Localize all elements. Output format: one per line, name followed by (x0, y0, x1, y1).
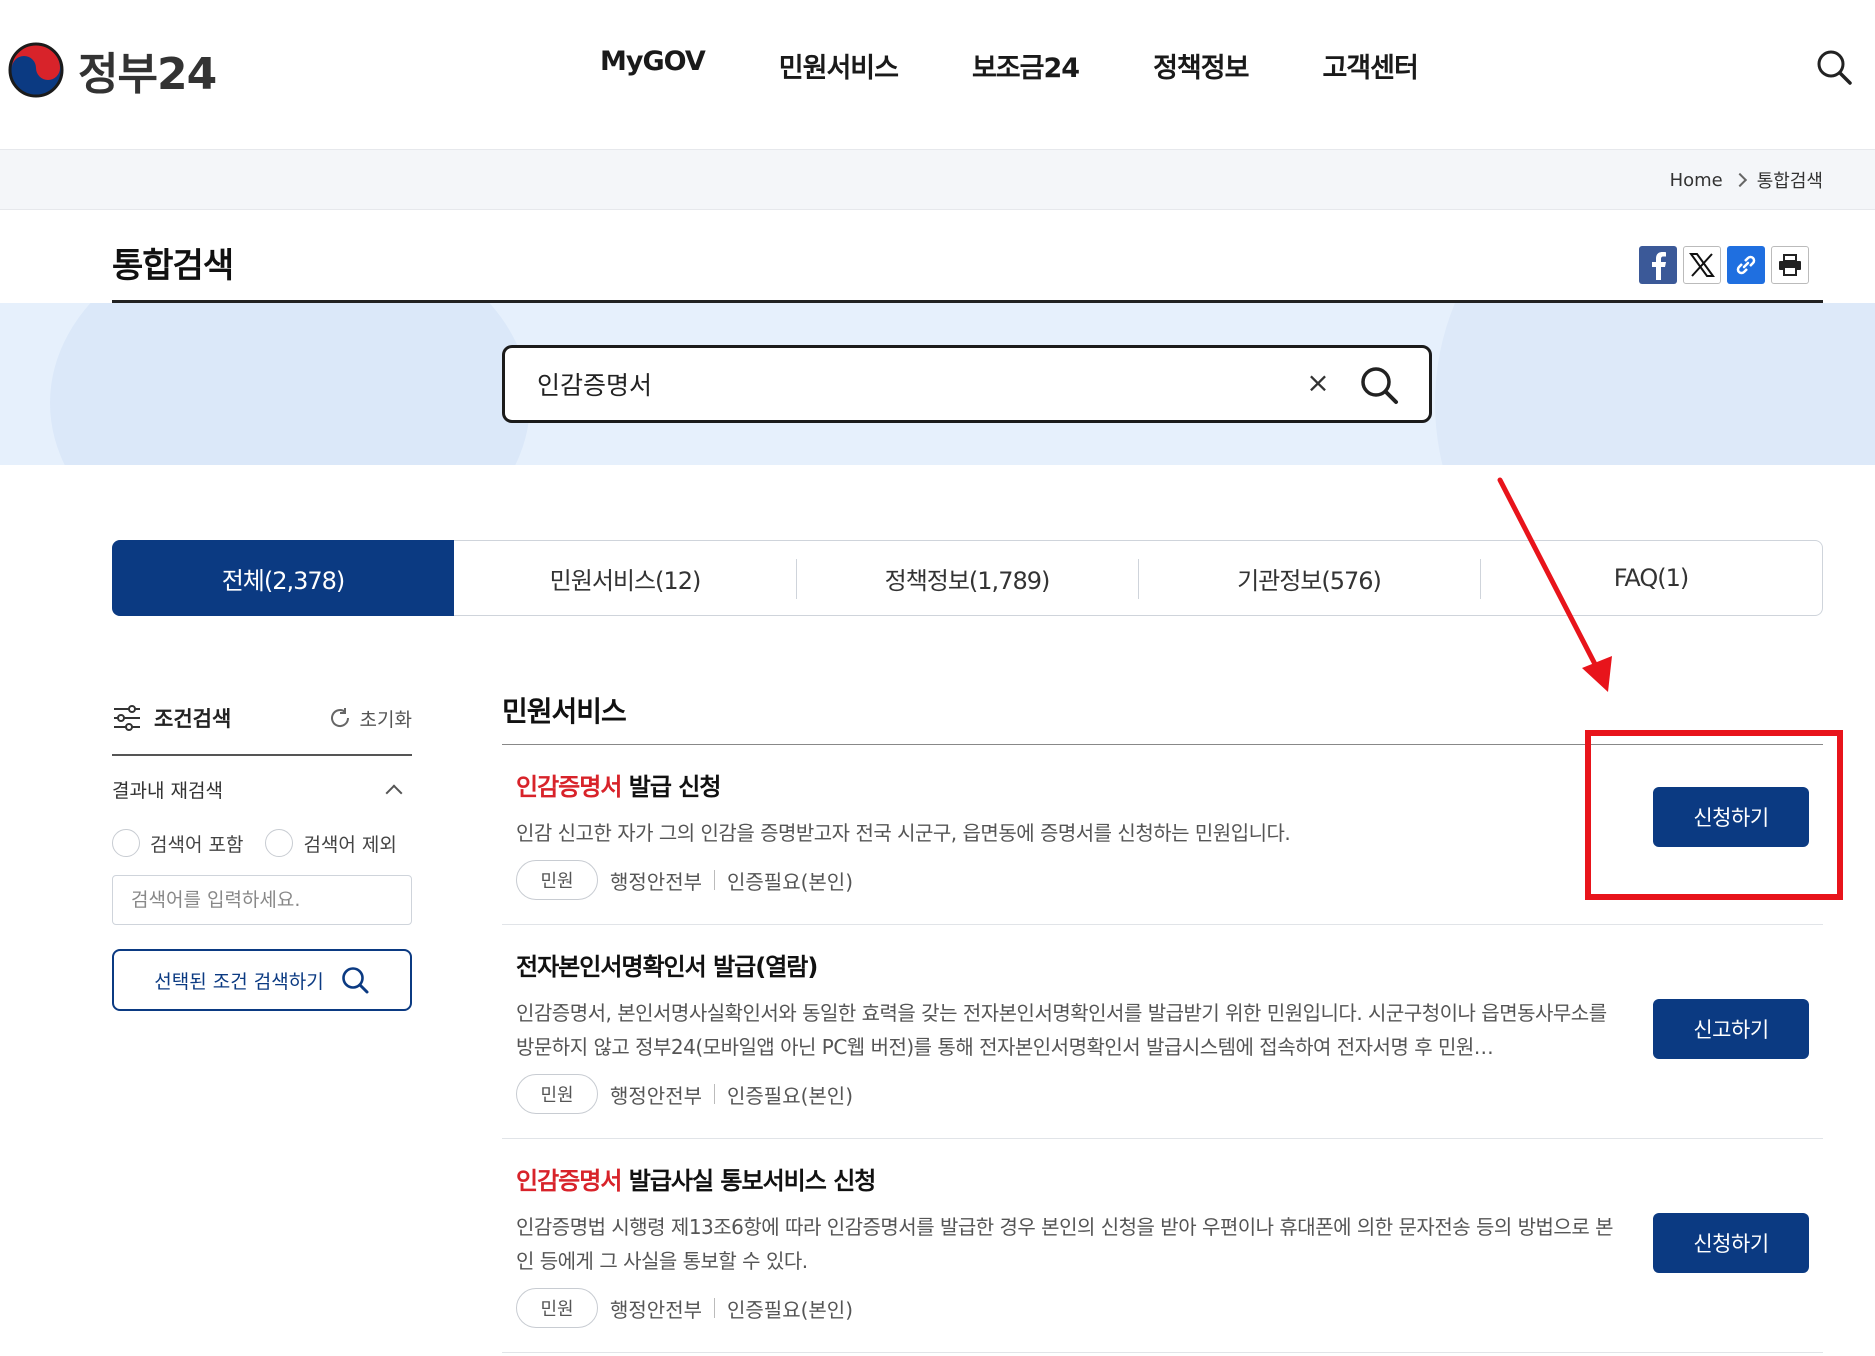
printer-icon (1779, 254, 1801, 276)
breadcrumb-home[interactable]: Home (1670, 170, 1723, 191)
nav-mygov[interactable]: MyGOV (600, 46, 706, 85)
filter-title-label: 조건검색 (154, 707, 232, 731)
result-title-highlight: 인감증명서 (516, 1167, 622, 1195)
filter-panel: 조건검색 초기화 결과내 재검색 검색어 포함 검색어 제외 선택된 조건 검색… (112, 700, 412, 1011)
copy-link-button[interactable] (1727, 246, 1765, 284)
x-share-button[interactable] (1683, 246, 1721, 284)
result-meta: 민원 행정안전부 인증필요(본인) (516, 860, 1623, 924)
result-meta: 민원 행정안전부 인증필요(본인) (516, 1074, 1623, 1138)
result-meta: 민원 행정안전부 인증필요(본인) (516, 1288, 1623, 1352)
result-title-text: 전자본인서명확인서 발급(열람) (516, 953, 818, 981)
result-title[interactable]: 전자본인서명확인서 발급(열람) (516, 947, 1623, 982)
site-header: 정부24 MyGOV 민원서비스 보조금24 정책정보 고객센터 (0, 0, 1875, 150)
report-button[interactable]: 신고하기 (1653, 999, 1809, 1059)
result-item: 인감증명서 발급사실 통보서비스 신청 인감증명법 시행령 제13조6항에 따라… (502, 1139, 1823, 1353)
chevron-up-icon[interactable] (385, 784, 403, 801)
result-description: 인감증명서, 본인서명사실확인서와 동일한 효력을 갖는 전자본인서명확인서를 … (516, 1001, 1607, 1059)
filter-divider (112, 754, 412, 756)
radio-include[interactable]: 검색어 포함 (112, 829, 243, 857)
refresh-icon (330, 708, 349, 727)
radio-include-label: 검색어 포함 (150, 833, 244, 856)
site-logo[interactable]: 정부24 (8, 38, 217, 102)
facebook-icon (1652, 252, 1666, 280)
search-input[interactable] (537, 364, 1277, 404)
apply-button[interactable]: 신청하기 (1653, 1213, 1809, 1273)
sliders-icon (114, 705, 140, 731)
result-auth: 인증필요(본인) (727, 869, 854, 894)
condition-search-label: 선택된 조건 검색하기 (154, 970, 324, 993)
search-icon (341, 967, 369, 994)
logo-text: 정부24 (78, 49, 217, 100)
meta-separator (714, 1084, 715, 1104)
breadcrumb-bar: Home 통합검색 (0, 150, 1875, 210)
condition-search-button[interactable]: 선택된 조건 검색하기 (112, 949, 412, 1011)
nav-customer-center[interactable]: 고객센터 (1322, 46, 1418, 85)
tab-civil-service[interactable]: 민원서비스(12) (454, 541, 796, 615)
tab-agency-info[interactable]: 기관정보(576) (1138, 541, 1480, 615)
result-description: 인감증명법 시행령 제13조6항에 따라 인감증명서를 발급한 경우 본인의 신… (516, 1215, 1614, 1273)
refine-title: 결과내 재검색 (112, 780, 223, 802)
filter-title: 조건검색 (112, 703, 231, 733)
result-description: 인감 신고한 자가 그의 인감을 증명받고자 전국 시군구, 읍면동에 증명서를… (516, 821, 1291, 845)
annotation-arrow-icon (1497, 477, 1612, 692)
clear-icon[interactable]: × (1303, 368, 1333, 398)
print-button[interactable] (1771, 246, 1809, 284)
radio-exclude-label: 검색어 제외 (303, 833, 397, 856)
breadcrumb: Home 통합검색 (1670, 167, 1823, 193)
result-agency: 행정안전부 (610, 1083, 702, 1108)
nav-policy-info[interactable]: 정책정보 (1153, 46, 1249, 85)
chevron-right-icon (1732, 172, 1747, 188)
search-box: × (502, 345, 1432, 423)
filter-header: 조건검색 초기화 (112, 700, 412, 736)
refine-options: 검색어 포함 검색어 제외 (112, 829, 412, 857)
refine-search-input[interactable] (112, 875, 412, 925)
search-icon[interactable] (1815, 48, 1853, 86)
reset-label: 초기화 (359, 708, 412, 731)
refine-header[interactable]: 결과내 재검색 (112, 776, 412, 803)
main-nav: MyGOV 민원서비스 보조금24 정책정보 고객센터 (600, 46, 1419, 85)
share-toolbar (1639, 246, 1809, 284)
hero-decoration (50, 303, 530, 465)
result-title[interactable]: 인감증명서 발급 신청 (516, 767, 1623, 802)
nav-subsidy24[interactable]: 보조금24 (972, 46, 1080, 85)
result-tag: 민원 (516, 860, 598, 900)
tab-all[interactable]: 전체(2,378) (112, 540, 454, 616)
nav-civil-service[interactable]: 민원서비스 (779, 46, 899, 85)
search-submit-icon[interactable] (1359, 365, 1399, 405)
taegeuk-logo-icon (8, 42, 64, 98)
result-title-highlight: 인감증명서 (516, 773, 622, 801)
tab-policy-info[interactable]: 정책정보(1,789) (796, 541, 1138, 615)
page-title: 통합검색 (112, 246, 234, 286)
radio-exclude[interactable]: 검색어 제외 (265, 829, 397, 857)
annotation-highlight-box (1585, 730, 1843, 900)
link-icon (1736, 255, 1756, 275)
meta-separator (714, 870, 715, 890)
radio-exclude-circle[interactable] (265, 829, 294, 857)
result-title-text: 발급사실 통보서비스 신청 (621, 1167, 877, 1195)
result-agency: 행정안전부 (610, 869, 702, 894)
result-title-text: 발급 신청 (621, 773, 722, 801)
radio-include-circle[interactable] (112, 829, 140, 857)
reset-button[interactable]: 초기화 (328, 705, 412, 732)
result-tag: 민원 (516, 1288, 598, 1328)
result-title[interactable]: 인감증명서 발급사실 통보서비스 신청 (516, 1161, 1623, 1196)
result-item: 전자본인서명확인서 발급(열람) 인감증명서, 본인서명사실확인서와 동일한 효… (502, 925, 1823, 1139)
breadcrumb-current: 통합검색 (1756, 171, 1823, 192)
hero-decoration (1435, 303, 1875, 465)
result-tag: 민원 (516, 1074, 598, 1114)
meta-separator (714, 1298, 715, 1318)
result-auth: 인증필요(본인) (727, 1083, 854, 1108)
result-agency: 행정안전부 (610, 1297, 702, 1322)
facebook-share-button[interactable] (1639, 246, 1677, 284)
x-logo-icon (1689, 253, 1715, 277)
result-auth: 인증필요(본인) (727, 1297, 854, 1322)
